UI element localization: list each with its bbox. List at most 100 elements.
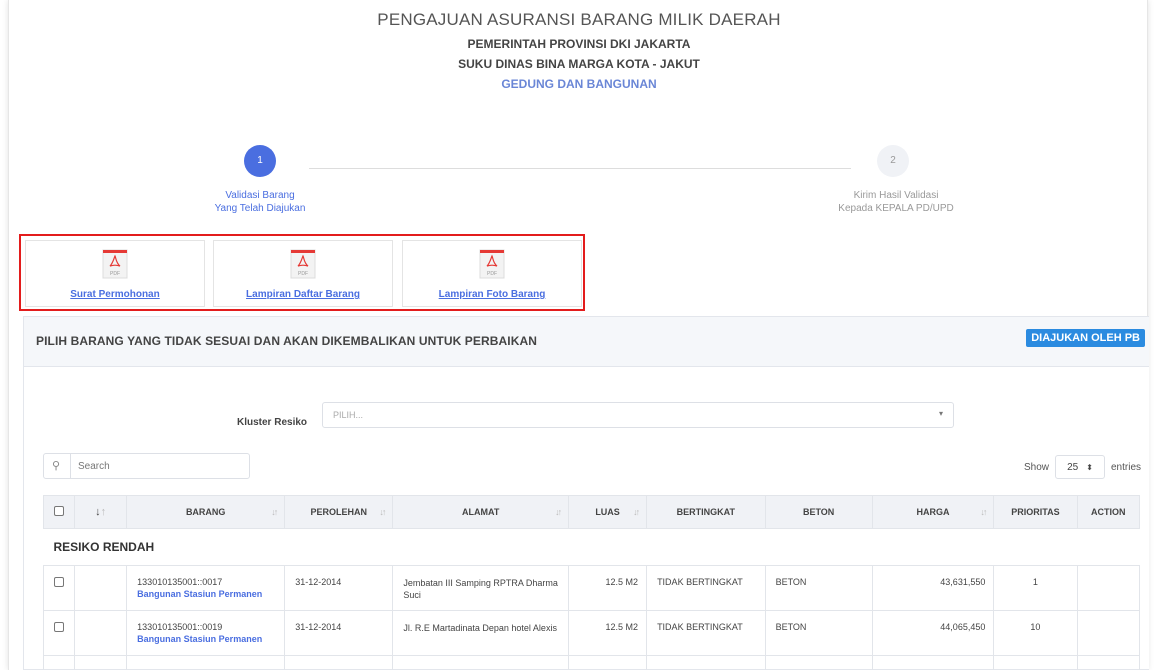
action-cell [1076, 565, 1141, 611]
step-2-label-line1: Kirim Hasil Validasi [853, 190, 939, 201]
beton-cell [764, 655, 873, 670]
entries-suffix-label: entries [1110, 461, 1141, 473]
wizard-stepper: 1 Validasi Barang Yang Telah Diajukan 2 … [9, 145, 1149, 225]
action-cell [1076, 610, 1141, 656]
column-header-beton-label: BETON [802, 507, 835, 517]
prioritas-cell: 1 [993, 565, 1078, 611]
alamat-cell: Jl. R.E Martadinata Depan hotel Alexis [392, 610, 570, 656]
document-link-lampiran-foto-barang[interactable]: Lampiran Foto Barang [403, 289, 581, 300]
beton-cell: BETON [764, 565, 873, 611]
entries-select[interactable]: 25 ⬍ [1054, 455, 1105, 479]
step-2-label[interactable]: Kirim Hasil Validasi Kepada KEPALA PD/UP… [816, 189, 976, 215]
page-subtitle-category: GEDUNG DAN BANGUNAN [501, 77, 657, 91]
barang-cell: 133010135001::0017 Bangunan Stasiun Perm… [126, 565, 286, 611]
column-header-prioritas-label: PRIORITAS [1011, 507, 1060, 517]
row-index-cell [74, 610, 128, 656]
page-subtitle-agency: SUKU DINAS BINA MARGA KOTA - JAKUT [458, 57, 700, 71]
perolehan-cell: 31-12-2014 [284, 565, 394, 611]
bertingkat-cell: TIDAK BERTINGKAT [646, 565, 766, 611]
bertingkat-cell [646, 655, 766, 670]
column-header-action: ACTION [1076, 495, 1141, 529]
select-all-checkbox[interactable] [54, 506, 65, 516]
bertingkat-cell: TIDAK BERTINGKAT [646, 610, 766, 656]
prioritas-cell [993, 655, 1078, 670]
sort-icon: ↑ [100, 506, 107, 518]
step-1-label-line2: Yang Telah Diajukan [214, 203, 306, 214]
alamat-cell: Jembatan III Samping RPTRA Dharma Suci [392, 565, 570, 611]
column-header-prioritas: PRIORITAS [993, 495, 1078, 529]
luas-cell: 12.5 M2 [568, 610, 648, 656]
column-header-luas-label: LUAS [595, 507, 620, 517]
kluster-resiko-select[interactable]: PILIH... ▾ [322, 402, 954, 428]
alamat-cell [392, 655, 570, 670]
luas-cell: 12.5 M2 [568, 565, 648, 611]
group-label: RESIKO RENDAH [43, 528, 1140, 566]
select-all-header [42, 495, 76, 529]
entries-control: Show 25 ⬍ entries [1024, 455, 1141, 479]
entries-show-label: Show [1023, 461, 1049, 473]
column-header-perolehan[interactable]: PEROLEHAN ↓↑ [284, 495, 394, 529]
prioritas-cell: 10 [993, 610, 1078, 656]
stepper-line [309, 168, 851, 169]
row-index-cell [74, 655, 128, 670]
column-header-action-label: ACTION [1091, 507, 1126, 517]
svg-text:PDF: PDF [298, 271, 308, 277]
beton-cell: BETON [764, 610, 873, 656]
column-header-barang-label: BARANG [185, 507, 226, 517]
column-header-beton: BETON [764, 495, 873, 529]
table-header-row: ↓↑ BARANG ↓↑ PEROLEHAN ↓↑ ALAMAT ↓↑ LUAS ↓↑ … [42, 495, 1141, 529]
column-header-luas[interactable]: LUAS ↓↑ [568, 495, 648, 529]
row-checkbox-cell [42, 655, 76, 670]
page-header: PENGAJUAN ASURANSI BARANG MILIK DAERAH P… [9, 10, 1149, 91]
document-card-lampiran-foto-barang[interactable]: PDF Lampiran Foto Barang [402, 240, 582, 307]
page-title: PENGAJUAN ASURANSI BARANG MILIK DAERAH [377, 10, 781, 29]
svg-text:PDF: PDF [110, 271, 120, 277]
perolehan-cell [284, 655, 394, 670]
chevron-down-icon: ▾ [938, 409, 943, 418]
pdf-file-icon: PDF [102, 249, 128, 279]
entries-select-value: 25 [1067, 461, 1079, 473]
document-card-lampiran-daftar-barang[interactable]: PDF Lampiran Daftar Barang [213, 240, 393, 307]
svg-text:PDF: PDF [487, 271, 497, 277]
document-card-surat-permohonan[interactable]: PDF Surat Permohonan [25, 240, 205, 307]
barang-cell: 133010135001::0019 Bangunan Stasiun Perm… [126, 610, 286, 656]
search-box[interactable]: ⚲ [43, 453, 250, 479]
sort-icon: ↓↑ [271, 507, 278, 517]
row-checkbox[interactable] [54, 622, 65, 632]
pdf-file-icon: PDF [479, 249, 505, 279]
barang-nama-link[interactable]: Bangunan Stasiun Permanen [137, 589, 284, 599]
documents-highlight: PDF Surat Permohonan PDF Lampiran Daftar… [19, 234, 585, 311]
barang-cell [126, 655, 286, 670]
search-icon: ⚲ [52, 460, 61, 472]
column-header-alamat-label: ALAMAT [462, 507, 500, 517]
row-checkbox[interactable] [54, 577, 65, 587]
search-input[interactable] [78, 458, 238, 474]
search-divider [70, 454, 71, 478]
panel-title: PILIH BARANG YANG TIDAK SESUAI DAN AKAN … [36, 334, 538, 348]
barang-kode: 133010135001::0019 [137, 622, 223, 632]
row-checkbox-cell [42, 565, 76, 611]
harga-cell: 44,065,450 [871, 610, 995, 656]
row-checkbox-cell [42, 610, 76, 656]
column-header-alamat[interactable]: ALAMAT ↓↑ [392, 495, 570, 529]
column-header-perolehan-label: PEROLEHAN [310, 507, 368, 517]
step-1-label[interactable]: Validasi Barang Yang Telah Diajukan [185, 189, 335, 215]
step-1-circle[interactable]: 1 [244, 145, 276, 177]
group-row: RESIKO RENDAH [43, 528, 1140, 566]
harga-cell [871, 655, 995, 670]
step-2-circle[interactable]: 2 [877, 145, 909, 177]
kluster-resiko-placeholder: PILIH... [333, 410, 364, 420]
column-header-bertingkat-label: BERTINGKAT [676, 507, 735, 517]
barang-nama-link[interactable]: Bangunan Stasiun Permanen [137, 634, 284, 644]
sort-icon: ↓↑ [379, 507, 386, 517]
document-link-lampiran-daftar-barang[interactable]: Lampiran Daftar Barang [214, 289, 392, 300]
column-header-no[interactable]: ↓↑ [74, 495, 128, 529]
table-row [42, 655, 1141, 670]
sort-icon: ↓↑ [555, 507, 562, 517]
document-link-surat-permohonan[interactable]: Surat Permohonan [26, 289, 204, 300]
column-header-harga[interactable]: HARGA ↓↑ [871, 495, 995, 529]
column-header-bertingkat: BERTINGKAT [646, 495, 766, 529]
column-header-barang[interactable]: BARANG ↓↑ [126, 495, 286, 529]
sort-icon: ↓↑ [980, 507, 987, 517]
step-2-label-line2: Kepada KEPALA PD/UPD [838, 203, 954, 214]
